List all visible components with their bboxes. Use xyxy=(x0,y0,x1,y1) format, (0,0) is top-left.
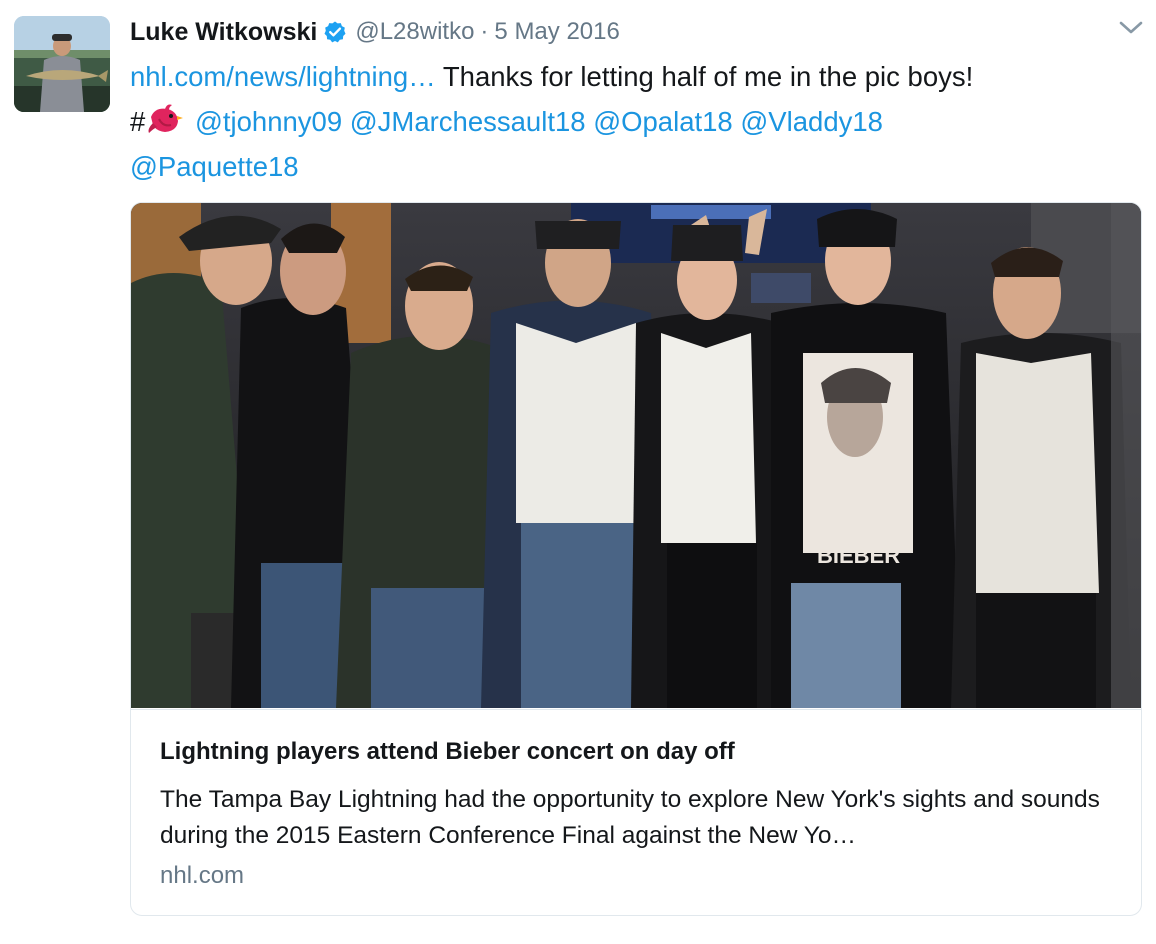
verified-badge-icon xyxy=(323,20,347,44)
shirt-print-text: BIEBER xyxy=(817,543,900,568)
mention-vladdy18[interactable]: @Vladdy18 xyxy=(740,106,883,137)
chevron-down-icon[interactable] xyxy=(1118,18,1144,38)
tweet-link[interactable]: nhl.com/news/lightning… xyxy=(130,61,436,92)
link-card[interactable]: BIEBER Lightning players attend Bieber c… xyxy=(130,202,1142,916)
mention-paquette18[interactable]: @Paquette18 xyxy=(130,151,299,182)
avatar[interactable] xyxy=(14,16,110,112)
tweet: Luke Witkowski @L28witko · 5 May 2016 nh… xyxy=(0,0,1156,944)
tweet-text: nhl.com/news/lightning… Thanks for letti… xyxy=(130,54,1140,189)
card-domain: nhl.com xyxy=(160,862,245,889)
tweet-date[interactable]: 5 May 2016 xyxy=(494,18,619,46)
separator-dot: · xyxy=(480,18,489,45)
author-handle[interactable]: @L28witko xyxy=(355,18,474,46)
card-body[interactable]: Lightning players attend Bieber concert … xyxy=(131,709,1141,915)
author-name[interactable]: Luke Witkowski xyxy=(130,18,317,47)
card-title[interactable]: Lightning players attend Bieber concert … xyxy=(160,738,735,766)
card-description: The Tampa Bay Lightning had the opportun… xyxy=(160,786,1100,849)
red-bird-hashflag-icon[interactable] xyxy=(147,103,184,137)
tweet-header: Luke Witkowski @L28witko · 5 May 2016 xyxy=(130,14,620,50)
mention-opalat18[interactable]: @Opalat18 xyxy=(593,106,733,137)
tweet-body-text: Thanks for letting half of me in the pic… xyxy=(435,61,974,92)
mention-tjohnny09[interactable]: @tjohnny09 xyxy=(195,106,342,137)
mention-jmarchessault18[interactable]: @JMarchessault18 xyxy=(350,106,586,137)
card-photo[interactable]: BIEBER xyxy=(131,203,1141,708)
hashtag-symbol[interactable]: # xyxy=(130,106,145,137)
